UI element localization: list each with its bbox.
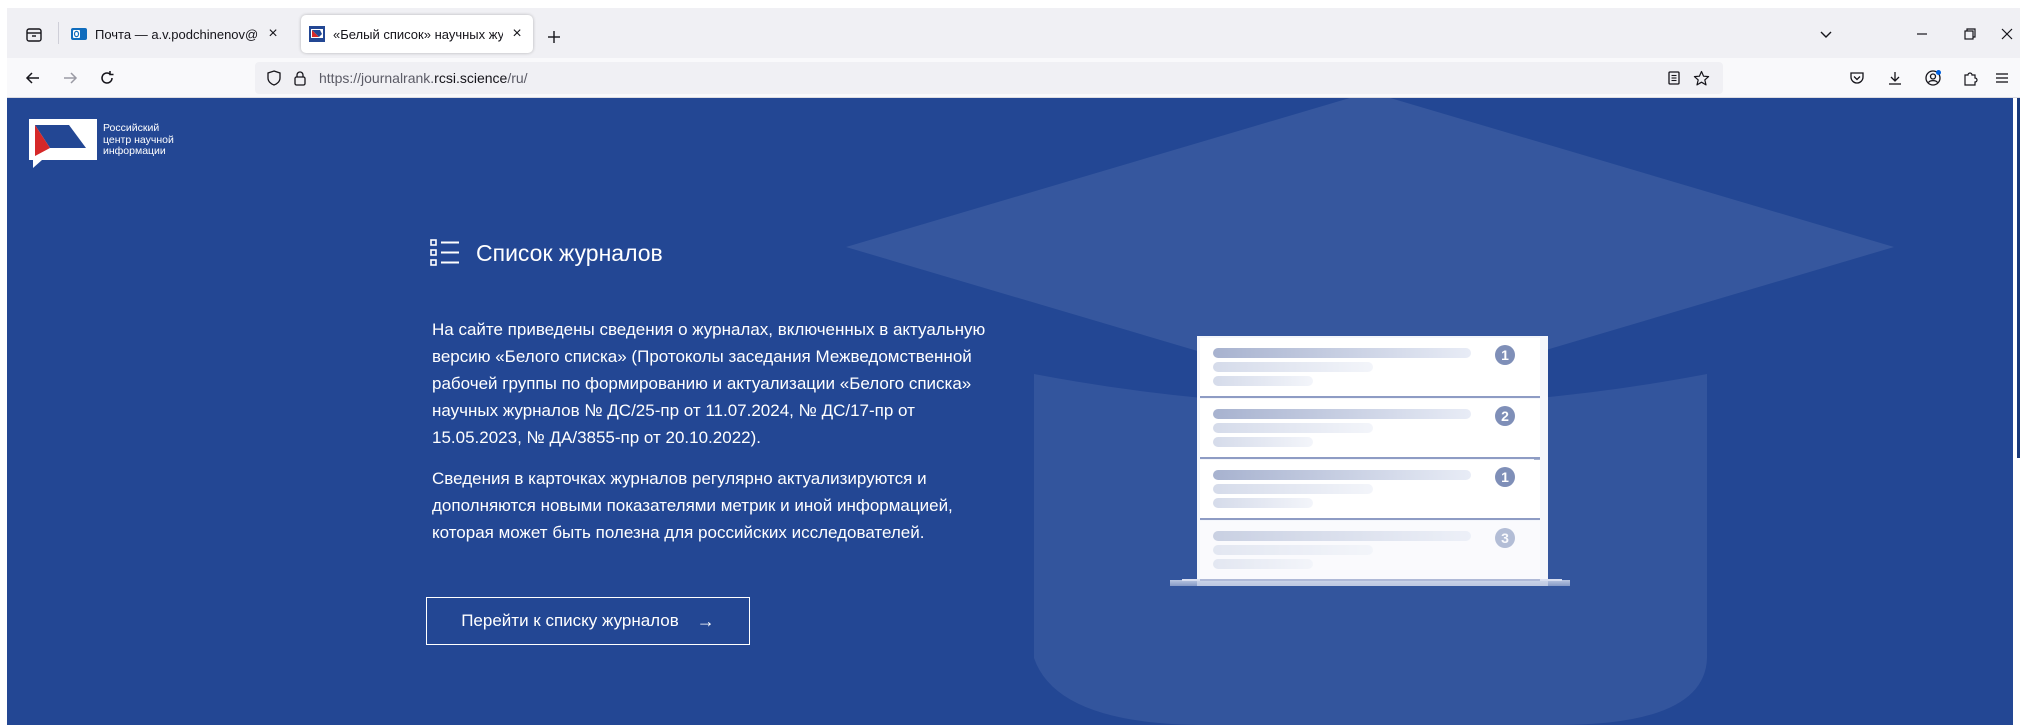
account-icon <box>1925 70 1941 86</box>
bookmark-star-icon[interactable] <box>1692 69 1710 87</box>
outlook-icon <box>71 28 87 40</box>
close-icon <box>2001 28 2013 40</box>
reload-icon <box>101 71 114 84</box>
page-viewport: Российский центр научной информации Спис… <box>7 98 2020 725</box>
hero-section: Российский центр научной информации Спис… <box>7 98 2020 725</box>
chevron-down-icon <box>1820 31 1832 38</box>
url-text[interactable]: https://journalrank.rcsi.science/ru/ <box>319 70 528 86</box>
reader-view-icon[interactable] <box>1665 69 1683 87</box>
arrow-right-icon <box>64 72 78 84</box>
journal-card: 1 <box>1200 338 1540 398</box>
tab-separator <box>58 22 59 44</box>
logo-line: информации <box>103 145 166 157</box>
rank-badge-number: 1 <box>1501 469 1509 485</box>
tab-overview-icon <box>26 28 42 42</box>
tab-title: Почта — a.v.podchinenov@urf <box>95 26 259 42</box>
placeholder-line <box>1213 498 1313 508</box>
pocket-button[interactable] <box>1841 63 1873 93</box>
navigation-bar: https://journalrank.rcsi.science/ru/ <box>7 58 2020 98</box>
placeholder-line <box>1213 484 1373 494</box>
placeholder-line <box>1213 362 1373 372</box>
rank-badge-number: 3 <box>1501 530 1509 546</box>
logo-line: Российский <box>103 122 160 134</box>
lock-icon[interactable] <box>291 69 309 87</box>
cta-label: Перейти к списку журналов <box>461 611 679 630</box>
rcsi-favicon-icon <box>309 26 325 42</box>
rank-badge-number: 2 <box>1501 408 1509 424</box>
description-paragraph: Сведения в карточках журналов регулярно … <box>432 469 953 542</box>
journal-list-illustration: 1 2 1 3 <box>1170 336 1570 586</box>
extensions-button[interactable] <box>1954 63 1986 93</box>
tab-overview-button[interactable] <box>17 20 51 50</box>
placeholder-line <box>1213 409 1471 419</box>
close-tab-icon[interactable]: × <box>509 25 525 42</box>
placeholder-line <box>1213 376 1313 386</box>
plus-icon <box>548 31 560 43</box>
new-tab-button[interactable] <box>541 24 567 50</box>
back-button[interactable] <box>17 63 49 93</box>
tab-mail[interactable]: Почта — a.v.podchinenov@urf × <box>63 15 289 53</box>
section-heading: Список журналов <box>430 238 663 268</box>
placeholder-line <box>1213 348 1471 358</box>
list-icon <box>430 239 459 266</box>
reload-button[interactable] <box>91 63 123 93</box>
placeholder-line <box>1213 559 1313 569</box>
journal-card: 2 <box>1200 399 1540 459</box>
restore-icon <box>1964 28 1976 40</box>
placeholder-line <box>1213 531 1471 541</box>
description-paragraph: На сайте приведены сведения о журналах, … <box>432 320 986 447</box>
logo-text: Российский центр научной информации <box>103 122 223 158</box>
forward-button[interactable] <box>54 63 86 93</box>
tab-title: «Белый список» научных журн <box>333 26 503 42</box>
url-domain: rcsi.science <box>434 70 508 86</box>
rank-badge-number: 1 <box>1501 347 1509 363</box>
url-prefix: https://journalrank. <box>319 70 435 86</box>
go-to-journal-list-button[interactable]: Перейти к списку журналов → <box>426 597 750 645</box>
tracking-protection-icon[interactable] <box>265 69 283 87</box>
pocket-icon <box>1850 72 1864 84</box>
close-tab-icon[interactable]: × <box>265 25 281 42</box>
url-bar[interactable]: https://journalrank.rcsi.science/ru/ <box>255 62 1723 94</box>
placeholder-line <box>1213 437 1313 447</box>
arrow-right-icon: → <box>696 610 715 631</box>
list-all-tabs-button[interactable] <box>1804 18 1848 50</box>
tab-whitelist[interactable]: «Белый список» научных журн × <box>301 15 533 53</box>
placeholder-line <box>1213 470 1471 480</box>
graduation-cap-background <box>846 98 1894 725</box>
hamburger-menu-icon <box>1996 73 2008 83</box>
url-suffix: /ru/ <box>507 70 528 86</box>
tab-strip: Почта — a.v.podchinenov@urf × «Белый спи… <box>7 8 2020 58</box>
download-icon <box>1889 72 1901 85</box>
account-button[interactable] <box>1917 63 1949 93</box>
minimize-button[interactable] <box>1900 18 1944 50</box>
downloads-button[interactable] <box>1879 63 1911 93</box>
journal-card: 3 <box>1200 521 1540 581</box>
minimize-icon <box>1917 33 1927 35</box>
browser-window: Почта — a.v.podchinenov@urf × «Белый спи… <box>0 0 2020 725</box>
rcsi-logo <box>29 119 97 168</box>
app-menu-button[interactable] <box>1990 63 2014 93</box>
close-window-button[interactable] <box>1994 18 2020 50</box>
restore-button[interactable] <box>1948 18 1992 50</box>
puzzle-icon <box>1964 72 1978 86</box>
arrow-left-icon <box>25 72 39 84</box>
placeholder-line <box>1213 423 1373 433</box>
page-title: Список журналов <box>476 239 663 266</box>
journal-card: 1 <box>1200 460 1540 520</box>
placeholder-line <box>1213 545 1373 555</box>
